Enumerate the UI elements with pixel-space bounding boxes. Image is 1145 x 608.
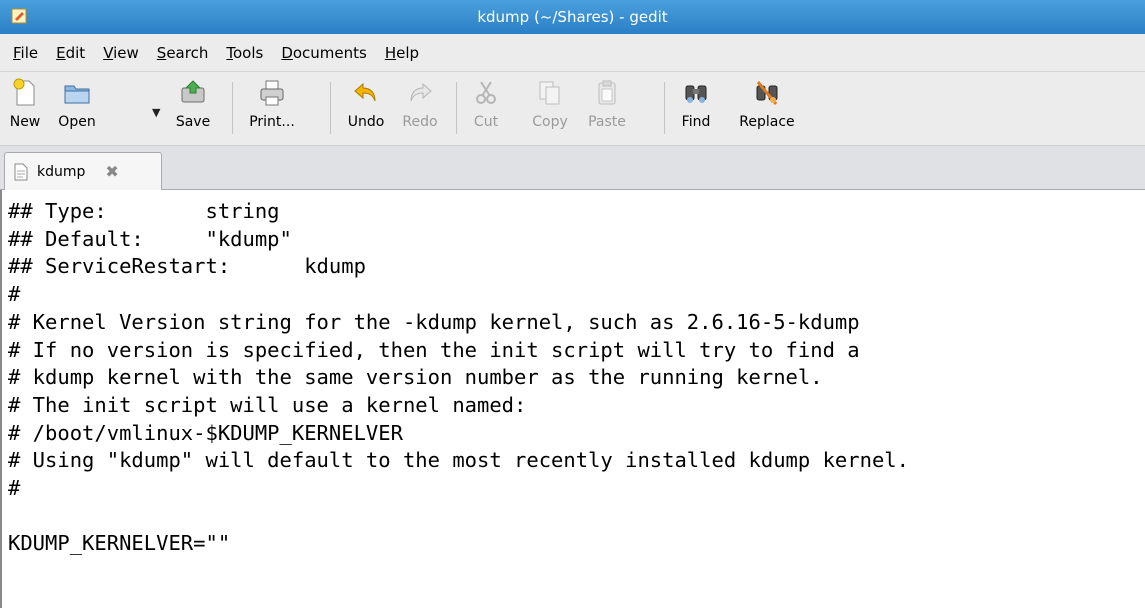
menu-edit[interactable]: Edit bbox=[47, 44, 94, 62]
editor-line: ## ServiceRestart: kdump bbox=[8, 254, 366, 279]
editor-line: # bbox=[8, 476, 21, 501]
paste-button[interactable]: Paste bbox=[582, 78, 632, 140]
scissors-icon bbox=[476, 81, 496, 104]
toolbar-separator bbox=[664, 82, 665, 134]
undo-icon bbox=[354, 82, 376, 102]
editor-line: # Using "kdump" will default to the most… bbox=[8, 448, 909, 473]
editor-line: # bbox=[8, 282, 21, 307]
document-tab-bar: kdump ✖ bbox=[0, 146, 1145, 190]
folder-open-icon bbox=[64, 85, 90, 104]
redo-button[interactable]: Redo bbox=[398, 78, 442, 140]
editor-line: # Kernel Version string for the -kdump k… bbox=[8, 309, 860, 334]
toolbar-separator bbox=[456, 82, 457, 134]
gedit-app-icon bbox=[11, 8, 27, 24]
editor-line: # /boot/vmlinux-$KDUMP_KERNELVER bbox=[8, 420, 403, 445]
title-bar: kdump (~/Shares) - gedit bbox=[0, 0, 1145, 34]
open-recent-dropdown-icon[interactable]: ▼ bbox=[152, 106, 160, 119]
redo-icon bbox=[410, 82, 432, 102]
open-button[interactable]: Open bbox=[52, 78, 102, 140]
copy-icon bbox=[539, 81, 560, 105]
tab-kdump[interactable]: kdump ✖ bbox=[4, 152, 162, 190]
replace-button[interactable]: Replace bbox=[730, 78, 804, 140]
new-button[interactable]: New bbox=[4, 78, 46, 140]
toolbar-separator bbox=[330, 82, 331, 134]
editor-line: # kdump kernel with the same version num… bbox=[8, 365, 823, 390]
new-document-icon bbox=[13, 78, 35, 106]
editor-line: ## Default: "kdump" bbox=[8, 226, 292, 251]
close-tab-icon[interactable]: ✖ bbox=[105, 162, 118, 181]
text-document-icon bbox=[14, 163, 28, 180]
printer-icon bbox=[260, 80, 284, 106]
menu-search[interactable]: Search bbox=[148, 44, 218, 62]
cut-button[interactable]: Cut bbox=[468, 78, 504, 140]
paste-icon bbox=[598, 80, 616, 105]
print-button[interactable]: Print... bbox=[244, 78, 300, 140]
window-title: kdump (~/Shares) - gedit bbox=[477, 8, 668, 26]
editor-line: ## Type: string bbox=[8, 199, 280, 223]
find-replace-icon bbox=[756, 81, 778, 105]
menu-documents[interactable]: Documents bbox=[272, 44, 376, 62]
editor-content: ## Type: string ## Default: "kdump" ## Ser… bbox=[2, 190, 1145, 558]
menu-view[interactable]: View bbox=[94, 44, 148, 62]
text-editor[interactable]: ## Type: string ## Default: "kdump" ## Ser… bbox=[0, 190, 1145, 608]
save-button[interactable]: Save bbox=[172, 78, 214, 140]
tab-label: kdump bbox=[37, 163, 86, 180]
save-icon bbox=[181, 80, 205, 103]
copy-button[interactable]: Copy bbox=[528, 78, 572, 140]
find-button[interactable]: Find bbox=[676, 78, 716, 140]
toolbar: New Open ▼ Save Print... Undo Redo Cut C… bbox=[0, 72, 1145, 146]
editor-line: # The init script will use a kernel name… bbox=[8, 392, 527, 417]
editor-line: # If no version is specified, then the i… bbox=[8, 337, 860, 362]
menu-tools[interactable]: Tools bbox=[217, 44, 272, 62]
menu-bar: File Edit View Search Tools Documents He… bbox=[0, 34, 1145, 72]
undo-button[interactable]: Undo bbox=[344, 78, 388, 140]
binoculars-icon bbox=[685, 85, 707, 103]
toolbar-separator bbox=[232, 82, 233, 134]
menu-file[interactable]: File bbox=[4, 44, 47, 62]
editor-line: KDUMP_KERNELVER="" bbox=[8, 531, 231, 556]
menu-help[interactable]: Help bbox=[376, 44, 428, 62]
editor-line: ​ bbox=[8, 503, 1145, 531]
